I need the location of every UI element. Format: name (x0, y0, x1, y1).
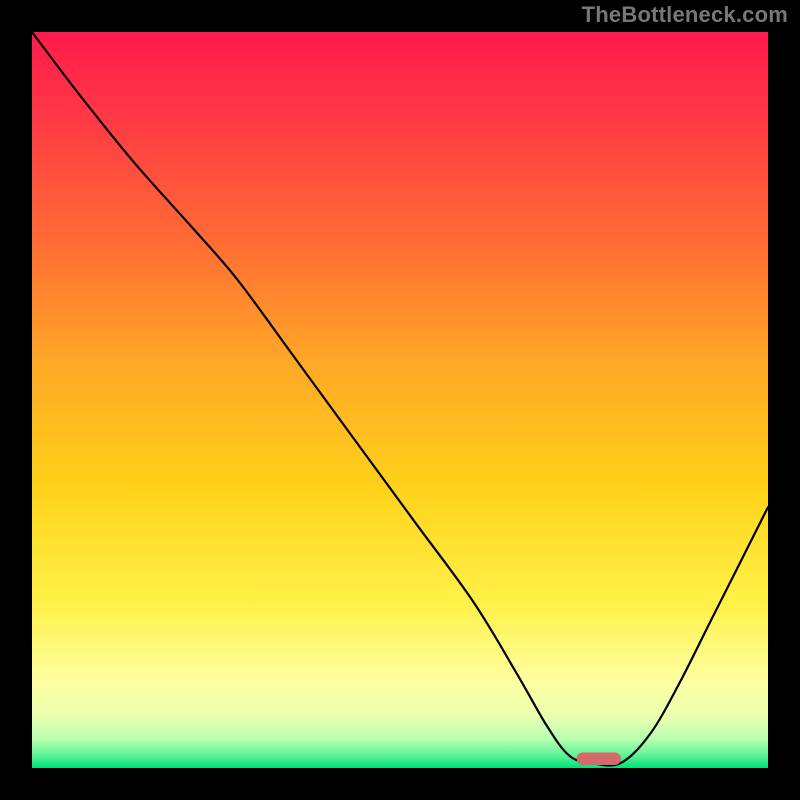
watermark-label: TheBottleneck.com (582, 2, 788, 28)
plot-background (32, 32, 768, 768)
chart-frame: TheBottleneck.com (0, 0, 800, 800)
chart-svg (32, 32, 768, 768)
optimum-marker (577, 753, 621, 766)
